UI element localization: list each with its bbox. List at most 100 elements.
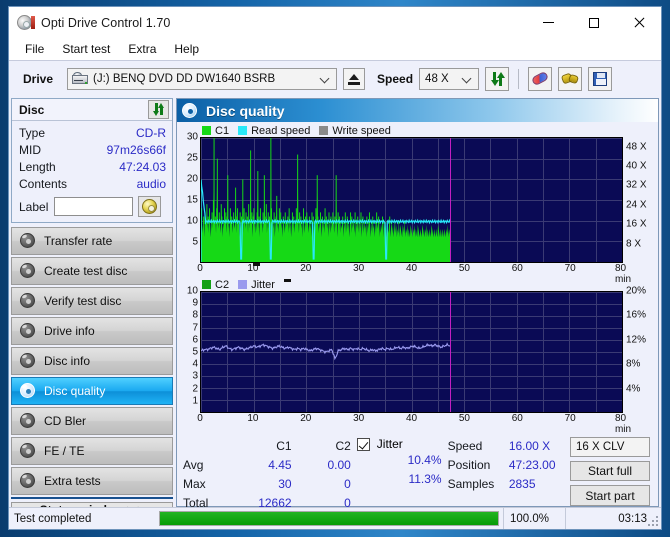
axis-tick-label: 24 X (626, 199, 647, 211)
erase-button[interactable] (528, 66, 553, 91)
jitter-checkbox[interactable] (356, 437, 370, 451)
chart1-plot[interactable] (200, 137, 623, 263)
sidebar-item-disc-info[interactable]: Disc info (11, 347, 173, 375)
stats-label-max: Max (183, 477, 206, 491)
refresh-button[interactable] (485, 66, 510, 91)
stats-c2-avg: 0.00 (327, 458, 351, 472)
sidebar: Disc Type CD-R MID 97m26s66f Length 47:2… (9, 96, 175, 518)
refresh-icon (490, 71, 506, 86)
sidebar-item-fe-te[interactable]: FE / TE (11, 437, 173, 465)
window-controls (526, 7, 661, 38)
optical-drive-icon (72, 71, 89, 86)
jitter-line (201, 342, 451, 361)
write-mode-select[interactable]: 16 X CLV (570, 437, 651, 457)
stats-c2-max: 0 (344, 477, 351, 491)
jitter-label: Jitter (376, 437, 403, 451)
refresh-icon (152, 103, 165, 116)
axis-tick-label: 50 (458, 413, 470, 424)
stats-label-speed: Speed (447, 439, 483, 453)
stats-col-c2: C2 0.00 0 0 (292, 437, 351, 510)
disc-label-button[interactable] (138, 196, 162, 217)
stats-col-meta-values: 16.00 X 47:23.00 2835 (509, 437, 570, 506)
axis-tick-label: 3 (192, 370, 198, 382)
axis-tick-label: 5 (192, 346, 198, 358)
settings-button[interactable] (558, 66, 583, 91)
sidebar-item-verify-test-disc[interactable]: Verify test disc (11, 287, 173, 315)
stats-row-labels: Avg Max Total (183, 437, 228, 510)
stats-c1-max: 30 (278, 477, 292, 491)
axis-tick-label: 32 X (626, 179, 647, 191)
menu-file[interactable]: File (17, 40, 52, 58)
sidebar-item-drive-info[interactable]: Drive info (11, 317, 173, 345)
chevron-down-icon (463, 74, 472, 83)
disc-row-value: 47:24.03 (119, 160, 166, 174)
drive-select[interactable]: (J:) BENQ DVD DD DW1640 BSRB (67, 67, 338, 90)
menu-extra[interactable]: Extra (120, 40, 164, 58)
chart2-legend: C2 Jitter (178, 278, 657, 291)
speed-label: Speed (377, 71, 414, 86)
save-button[interactable] (588, 66, 613, 91)
disc-icon (20, 473, 36, 489)
chevron-down-icon (321, 74, 330, 83)
legend-swatch-c1 (202, 126, 211, 135)
stats-col-c1: C1 4.45 30 12662 (228, 437, 292, 510)
disc-panel-header: Disc (12, 99, 172, 121)
close-button[interactable] (616, 7, 661, 38)
start-part-button[interactable]: Start part (570, 485, 651, 506)
stats-samples-value: 2835 (508, 477, 536, 491)
sidebar-item-extra-tests[interactable]: Extra tests (11, 467, 173, 495)
desktop-background: Opti Drive Control 1.70 File Start test … (0, 0, 670, 537)
chart2-y-axis: 1 2 3 4 5 6 7 8 9 10 (178, 286, 200, 413)
axis-tick-label: 10 (186, 285, 198, 297)
sidebar-item-cd-bler[interactable]: CD Bler (11, 407, 173, 435)
axis-tick-label: 16 X (626, 218, 647, 230)
axis-tick-label: 0 (197, 263, 203, 274)
menu-help[interactable]: Help (166, 40, 207, 58)
axis-tick-label: 30 (186, 131, 198, 143)
disc-row-length: Length 47:24.03 (19, 159, 166, 176)
c1-area (201, 138, 451, 262)
minimize-button[interactable] (526, 7, 571, 38)
chart1-x-axis: 0 10 20 30 40 50 60 70 80 min (197, 263, 631, 285)
axis-tick-label: 10 (247, 413, 259, 424)
disc-quality-header: Disc quality (177, 99, 658, 122)
chart1-scroll-marker[interactable] (253, 263, 260, 266)
axis-tick-label: 30 (353, 263, 365, 274)
disc-refresh-button[interactable] (148, 100, 169, 119)
position-cursor (450, 138, 452, 262)
resize-grip[interactable] (648, 516, 658, 526)
axis-tick-label: 50 (458, 263, 470, 274)
axis-tick-label: 1 (192, 395, 198, 407)
chart1-y2-axis: 8 X 16 X 24 X 32 X 40 X 48 X (623, 137, 657, 263)
legend-label-jitter: Jitter (251, 278, 275, 291)
speed-select[interactable]: 48 X (419, 67, 480, 90)
toolbar-separator (518, 68, 520, 89)
charts-area: C1 Read speed Write speed 5 10 15 20 25 30 8 … (177, 122, 658, 436)
disc-row-type: Type CD-R (19, 125, 166, 142)
disc-quality-panel: Disc quality C1 Read speed Write speed 5… (176, 98, 659, 510)
chart2-y2-axis: 4% 8% 12% 16% 20% (623, 286, 657, 413)
disc-row-contents: Contents audio (19, 176, 166, 193)
stats-header-c2: C2 (335, 439, 351, 453)
maximize-button[interactable] (571, 7, 616, 38)
start-full-button[interactable]: Start full (570, 460, 651, 482)
eject-button[interactable] (343, 67, 366, 90)
chart-series-layer (201, 342, 451, 361)
sidebar-item-label: Verify test disc (44, 294, 122, 308)
sidebar-item-create-test-disc[interactable]: Create test disc (11, 257, 173, 285)
chart2-plot[interactable] (200, 291, 623, 413)
sidebar-item-transfer-rate[interactable]: Transfer rate (11, 227, 173, 255)
chart2-scroll-marker[interactable] (283, 279, 291, 282)
menu-bar: File Start test Extra Help (9, 38, 661, 60)
disc-label-input[interactable] (54, 197, 134, 216)
sidebar-item-disc-quality[interactable]: Disc quality (11, 377, 173, 405)
axis-tick-label: 20 (186, 173, 198, 185)
sidebar-accent-bar (11, 497, 173, 499)
stats-header-c1: C1 (276, 439, 292, 453)
maximize-icon (588, 17, 599, 28)
disc-info-rows: Type CD-R MID 97m26s66f Length 47:24.03 (12, 121, 172, 222)
drive-label: Drive (23, 71, 54, 86)
menu-start-test[interactable]: Start test (54, 40, 118, 58)
sidebar-item-label: Transfer rate (44, 234, 113, 248)
stats-actions: 16 X CLV Start full Start part (570, 437, 654, 506)
